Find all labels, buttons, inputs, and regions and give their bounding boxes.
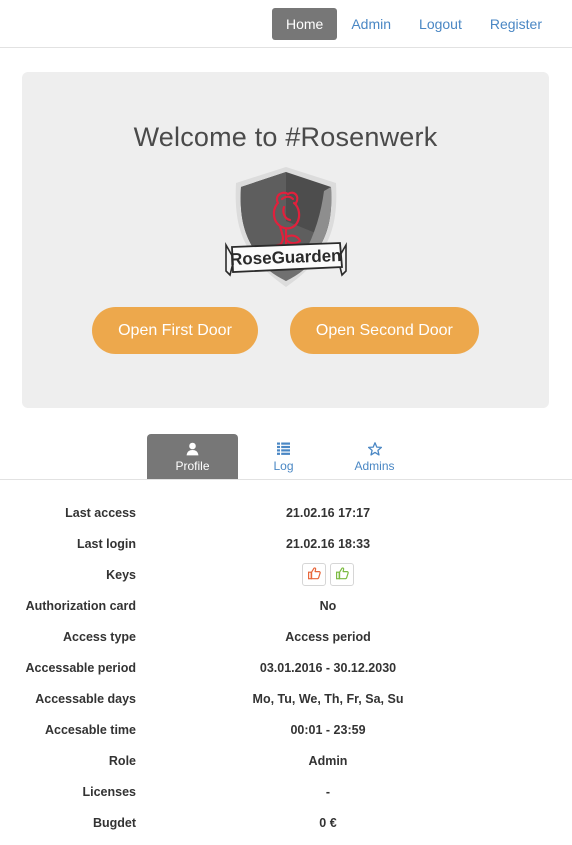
row-label: Access type — [63, 630, 136, 644]
open-second-door-button[interactable]: Open Second Door — [289, 307, 479, 354]
tab-profile-label: Profile — [175, 458, 210, 473]
table-row: Role Admin — [0, 746, 572, 777]
nav-item-home[interactable]: Home — [271, 7, 338, 40]
roseguarden-logo-icon: RoseGuarden — [224, 167, 347, 287]
row-value: 21.02.16 17:17 — [285, 506, 371, 520]
thumbs-up-icon — [307, 566, 321, 583]
door-buttons: Open First Door Open Second Door — [22, 307, 549, 354]
row-label: Last login — [76, 537, 136, 551]
table-row: Accesable time 00:01 - 23:59 — [0, 715, 572, 746]
profile-tabs: Profile Log Admins — [0, 434, 572, 480]
row-value: Access period — [285, 630, 371, 644]
page-header: Home Admin Logout Register — [0, 0, 572, 48]
table-row: Licenses - — [0, 777, 572, 808]
key-second-door-button[interactable] — [330, 563, 354, 586]
row-value: Admin — [308, 754, 348, 768]
user-icon — [186, 441, 199, 457]
tab-admins-label: Admins — [354, 458, 395, 473]
star-icon — [367, 441, 382, 457]
hero-panel: Welcome to #Rosenwerk RoseGuarden Open F… — [22, 72, 549, 408]
nav-item-logout[interactable]: Logout — [405, 8, 476, 40]
table-row: Access type Access period — [0, 622, 572, 653]
row-label: Last access — [65, 506, 136, 520]
key-first-door-button[interactable] — [302, 563, 326, 586]
table-row: Bugdet 0 € — [0, 808, 572, 839]
row-label: Accesable time — [44, 723, 136, 737]
row-label: Bugdet — [92, 816, 136, 830]
row-label: Licenses — [82, 785, 136, 799]
keys-buttons — [186, 563, 470, 586]
table-row-keys: Keys — [0, 560, 572, 591]
tab-log-label: Log — [273, 458, 294, 473]
tab-admins[interactable]: Admins — [329, 434, 420, 479]
main-navigation: Home Admin Logout Register — [271, 0, 556, 47]
logo-wrapper: RoseGuarden — [22, 163, 549, 291]
table-row: Authorization card No — [0, 591, 572, 622]
thumbs-up-icon — [335, 566, 349, 583]
row-label: Accessable days — [35, 692, 136, 706]
table-row: Last access 21.02.16 17:17 — [0, 498, 572, 529]
tab-profile[interactable]: Profile — [147, 434, 238, 479]
table-row: Accessable days Mo, Tu, We, Th, Fr, Sa, … — [0, 684, 572, 715]
table-row: Last login 21.02.16 18:33 — [0, 529, 572, 560]
row-label: Authorization card — [25, 599, 136, 613]
svg-text:RoseGuarden: RoseGuarden — [229, 246, 341, 269]
row-label: Keys — [106, 568, 136, 582]
row-value: 21.02.16 18:33 — [285, 537, 371, 551]
nav-item-admin[interactable]: Admin — [337, 8, 405, 40]
row-value: Mo, Tu, We, Th, Fr, Sa, Su — [252, 692, 404, 706]
row-label: Role — [108, 754, 136, 768]
row-label: Accessable period — [25, 661, 136, 675]
nav-item-register[interactable]: Register — [476, 8, 556, 40]
row-value: 00:01 - 23:59 — [290, 723, 366, 737]
welcome-title: Welcome to #Rosenwerk — [133, 122, 438, 152]
row-value: 0 € — [319, 816, 337, 830]
tab-log[interactable]: Log — [238, 434, 329, 479]
open-first-door-button[interactable]: Open First Door — [92, 307, 258, 354]
profile-table: Last access 21.02.16 17:17 Last login 21… — [0, 498, 572, 839]
list-icon — [277, 441, 290, 457]
row-value: - — [325, 785, 331, 799]
table-row: Accessable period 03.01.2016 - 30.12.203… — [0, 653, 572, 684]
row-value: No — [319, 599, 337, 613]
row-value: 03.01.2016 - 30.12.2030 — [259, 661, 397, 675]
